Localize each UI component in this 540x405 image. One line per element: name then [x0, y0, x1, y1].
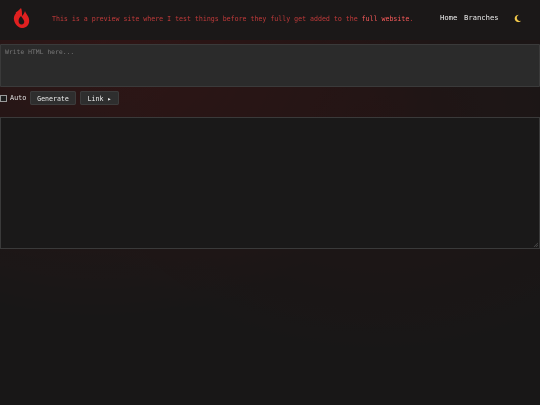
notice-text: This is a preview site where I test thin… [52, 15, 358, 23]
preview-notice: This is a preview site where I test thin… [52, 15, 413, 23]
output-area[interactable] [0, 117, 540, 249]
flame-logo-icon[interactable] [10, 7, 32, 29]
resize-grip-icon[interactable] [533, 242, 538, 247]
editor-placeholder: Write HTML here... [5, 48, 75, 56]
nav-branches-link[interactable]: Branches [464, 13, 499, 22]
nav-home-link[interactable]: Home [440, 13, 457, 22]
html-editor-input[interactable]: Write HTML here... [0, 44, 540, 87]
page: This is a preview site where I test thin… [0, 0, 540, 405]
generate-button[interactable]: Generate [30, 91, 76, 105]
full-website-link[interactable]: full website [362, 15, 410, 23]
controls-row: Auto Generate Link ▸ [0, 91, 540, 106]
moon-icon[interactable] [513, 14, 522, 23]
auto-label: Auto [10, 94, 27, 102]
auto-checkbox[interactable] [0, 95, 7, 102]
header: This is a preview site where I test thin… [0, 0, 540, 40]
link-button[interactable]: Link ▸ [80, 91, 119, 105]
notice-suffix: . [409, 15, 414, 23]
